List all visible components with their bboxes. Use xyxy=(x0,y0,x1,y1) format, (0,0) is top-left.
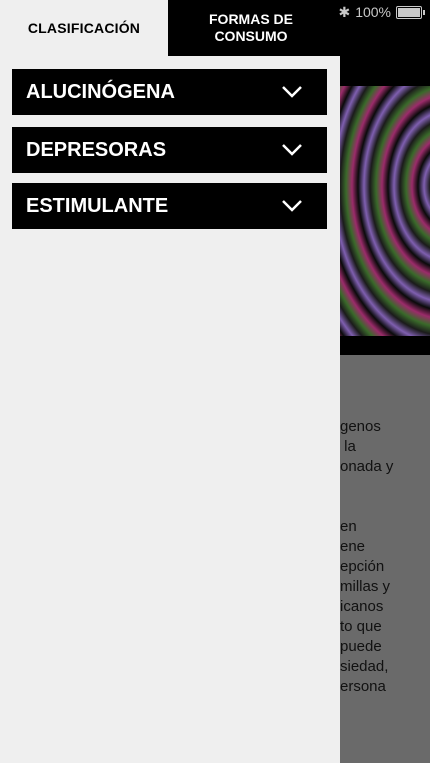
accordion-depresoras[interactable]: DEPRESORAS xyxy=(12,127,327,173)
background-text-line: epción xyxy=(340,558,385,575)
background-content: genos la onada y en ene epción millas y … xyxy=(340,355,430,763)
background-text-line: onada y xyxy=(340,458,394,475)
battery-percentage: 100% xyxy=(355,4,391,20)
tab-formas-de-consumo[interactable]: FORMAS DE CONSUMO xyxy=(168,0,334,56)
chevron-down-icon xyxy=(282,86,302,98)
background-text-line: ersona xyxy=(340,678,386,695)
background-text-line: icanos xyxy=(340,598,384,615)
tab-clasificacion-label: CLASIFICACIÓN xyxy=(27,20,141,36)
chevron-down-icon xyxy=(282,200,302,212)
classification-drawer: ALUCINÓGENA DEPRESORAS ESTIMULANTE xyxy=(0,56,340,763)
accordion-alucinogena[interactable]: ALUCINÓGENA xyxy=(12,69,327,115)
status-bar: ✱ 100% xyxy=(322,0,430,24)
background-text-line: en xyxy=(340,518,357,535)
background-text-line: to que xyxy=(340,618,382,635)
background-text-line: la xyxy=(340,438,356,455)
background-text-line: ene xyxy=(340,538,366,555)
battery-icon xyxy=(396,5,425,19)
accordion-label: DEPRESORAS xyxy=(26,138,167,161)
accordion-label: ESTIMULANTE xyxy=(26,194,169,217)
chevron-down-icon xyxy=(282,144,302,156)
background-text-line: puede xyxy=(340,638,382,655)
background-text-line: siedad, xyxy=(340,658,389,675)
accordion-label: ALUCINÓGENA xyxy=(26,80,175,103)
accordion-estimulante[interactable]: ESTIMULANTE xyxy=(12,183,327,229)
tab-formas-de-consumo-label: FORMAS DE CONSUMO xyxy=(209,11,293,44)
bluetooth-icon: ✱ xyxy=(338,3,351,20)
background-text-line: genos xyxy=(340,418,381,435)
background-text-line: millas y xyxy=(340,578,391,595)
tab-clasificacion[interactable]: CLASIFICACIÓN xyxy=(0,0,168,56)
hero-image xyxy=(340,86,430,336)
